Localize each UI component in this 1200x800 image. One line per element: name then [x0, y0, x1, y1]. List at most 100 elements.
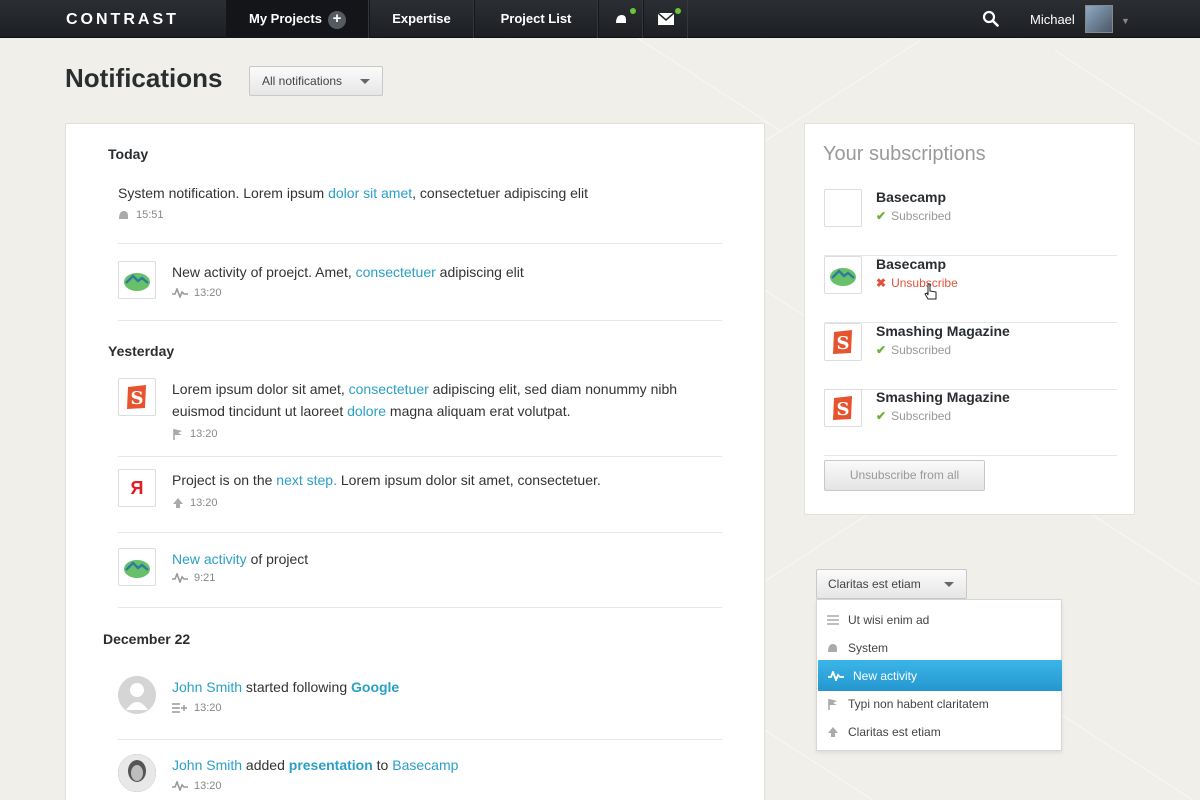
notification-time: 15:51	[136, 209, 164, 221]
app-logo[interactable]: CONTRAST	[66, 11, 179, 29]
dropdown-option[interactable]: Typi non habent claritatem	[817, 690, 1061, 718]
notification-text-segment: magna aliquam erat volutpat.	[386, 403, 571, 419]
notification-meta: 13:20	[172, 287, 222, 299]
notification-link[interactable]: Google	[351, 679, 399, 695]
notification-text-segment: , consectetuer adipiscing elit	[412, 185, 589, 201]
smashing-logo: S	[118, 378, 156, 416]
dropdown-option-selected[interactable]: New activity	[818, 660, 1062, 691]
notification-link[interactable]: dolore	[347, 403, 386, 419]
follow-icon	[172, 703, 187, 713]
notification-indicator	[630, 8, 636, 14]
notification-item[interactable]: System notification. Lorem ipsum dolor s…	[118, 182, 722, 244]
user-avatar[interactable]	[1085, 5, 1113, 33]
arrow-up-icon	[173, 498, 183, 508]
notification-text-segment: New activity of proejct. Amet,	[172, 264, 356, 280]
svg-text:S: S	[837, 399, 850, 420]
notification-time: 13:20	[194, 287, 222, 299]
notification-text-segment: Project is on the	[172, 472, 277, 488]
notification-bell-icon	[615, 15, 626, 23]
activity-icon	[172, 781, 188, 791]
notification-item[interactable]: John Smith started following Google 13:2…	[118, 676, 722, 740]
notification-text-segment: System notification. Lorem ipsum	[118, 185, 329, 201]
unsubscribe-all-button[interactable]: Unsubscribe from all	[824, 460, 985, 491]
notification-link[interactable]: John Smith	[172, 757, 242, 773]
top-navigation-bar: CONTRAST My Projects + Expertise Project …	[0, 0, 1200, 38]
unsubscribe-link[interactable]: ✖ Unsubscribe	[876, 276, 958, 290]
notifications-nav-button[interactable]	[598, 0, 643, 38]
subscription-row[interactable]: Basecamp ✔ Subscribed	[824, 189, 1117, 256]
notification-link[interactable]: next step.	[276, 472, 337, 488]
notification-text-segment: Lorem ipsum dolor sit amet, consectetuer…	[336, 472, 601, 488]
notification-link[interactable]: presentation	[289, 757, 373, 773]
nav-my-projects-label: My Projects	[249, 11, 322, 26]
close-icon: ✖	[876, 276, 887, 290]
yandex-logo: Я	[118, 469, 156, 507]
subscription-row[interactable]: S Smashing Magazine ✔ Subscribed	[824, 389, 1117, 456]
category-select[interactable]: Claritas est etiam	[816, 569, 967, 599]
notifications-panel: Today System notification. Lorem ipsum d…	[65, 123, 765, 800]
notification-time: 13:20	[194, 702, 222, 714]
notification-item[interactable]: New activity of proejct. Amet, consectet…	[118, 261, 722, 321]
chevron-down-icon[interactable]: ▼	[1121, 16, 1130, 26]
notification-link[interactable]: consectetuer	[356, 264, 436, 280]
notification-meta: 13:20	[172, 780, 222, 792]
user-name[interactable]: Michael	[1030, 12, 1075, 27]
search-button[interactable]	[982, 10, 999, 32]
smashing-logo: S	[824, 323, 862, 361]
nav-my-projects[interactable]: My Projects +	[226, 0, 369, 38]
subscription-status[interactable]: ✔ Subscribed	[876, 343, 951, 357]
notification-text: John Smith started following Google	[172, 676, 722, 698]
flag-icon	[828, 699, 837, 710]
svg-text:S: S	[131, 388, 144, 409]
subscription-status[interactable]: ✔ Subscribed	[876, 409, 951, 423]
nav-expertise[interactable]: Expertise	[369, 0, 474, 38]
notification-text-segment: Lorem ipsum dolor sit amet,	[172, 381, 349, 397]
caret-down-icon	[360, 79, 370, 84]
basecamp-logo	[118, 261, 156, 299]
messages-nav-button[interactable]	[643, 0, 688, 38]
group-title-today: Today	[108, 146, 149, 162]
notification-time: 13:20	[190, 497, 218, 509]
arrow-up-icon	[828, 727, 838, 737]
subscription-name: Smashing Magazine	[876, 389, 1010, 405]
blank-logo	[824, 189, 862, 227]
add-project-icon[interactable]: +	[327, 10, 346, 29]
smashing-logo: S	[824, 389, 862, 427]
check-icon: ✔	[876, 409, 887, 423]
notification-link[interactable]: dolor sit amet	[328, 185, 412, 201]
filter-value: All notifications	[262, 74, 343, 88]
notification-item[interactable]: New activity of project 9:21	[118, 548, 722, 608]
list-icon	[827, 615, 839, 625]
system-icon	[828, 644, 837, 652]
activity-icon	[172, 288, 188, 298]
notification-link[interactable]: John Smith	[172, 679, 242, 695]
subscription-name: Basecamp	[876, 189, 947, 205]
subscription-name: Basecamp	[876, 256, 947, 272]
dropdown-option[interactable]: System	[817, 634, 1061, 662]
basecamp-logo	[118, 548, 156, 586]
dropdown-option[interactable]: Claritas est etiam	[817, 718, 1061, 746]
envelope-icon	[657, 13, 674, 25]
subscription-status[interactable]: ✔ Subscribed	[876, 209, 951, 223]
activity-icon	[172, 573, 188, 583]
notification-link[interactable]: Basecamp	[392, 757, 458, 773]
notification-time: 13:20	[194, 780, 222, 792]
nav-project-list[interactable]: Project List	[474, 0, 598, 38]
notification-link[interactable]: consectetuer	[349, 381, 429, 397]
subscription-row[interactable]: Basecamp ✖ Unsubscribe	[824, 256, 1117, 323]
category-select-value: Claritas est etiam	[828, 577, 921, 591]
notification-item[interactable]: Я Project is on the next step. Lorem ips…	[118, 469, 722, 533]
notification-text: New activity of proejct. Amet, consectet…	[172, 261, 722, 283]
notification-text: Project is on the next step. Lorem ipsum…	[172, 469, 722, 491]
subscription-row[interactable]: S Smashing Magazine ✔ Subscribed	[824, 323, 1117, 390]
subscription-status-label: Subscribed	[891, 209, 952, 223]
notification-item[interactable]: John Smith added presentation to Basecam…	[118, 754, 722, 800]
system-icon	[119, 211, 128, 219]
basecamp-logo	[824, 256, 862, 294]
notification-filter-select[interactable]: All notifications	[249, 66, 383, 96]
dropdown-option[interactable]: Ut wisi enim ad	[817, 606, 1061, 634]
notification-item[interactable]: S Lorem ipsum dolor sit amet, consectetu…	[118, 378, 722, 457]
notification-text: System notification. Lorem ipsum dolor s…	[118, 182, 718, 204]
dropdown-option-label: Ut wisi enim ad	[848, 613, 930, 627]
notification-link[interactable]: New activity	[172, 551, 247, 567]
